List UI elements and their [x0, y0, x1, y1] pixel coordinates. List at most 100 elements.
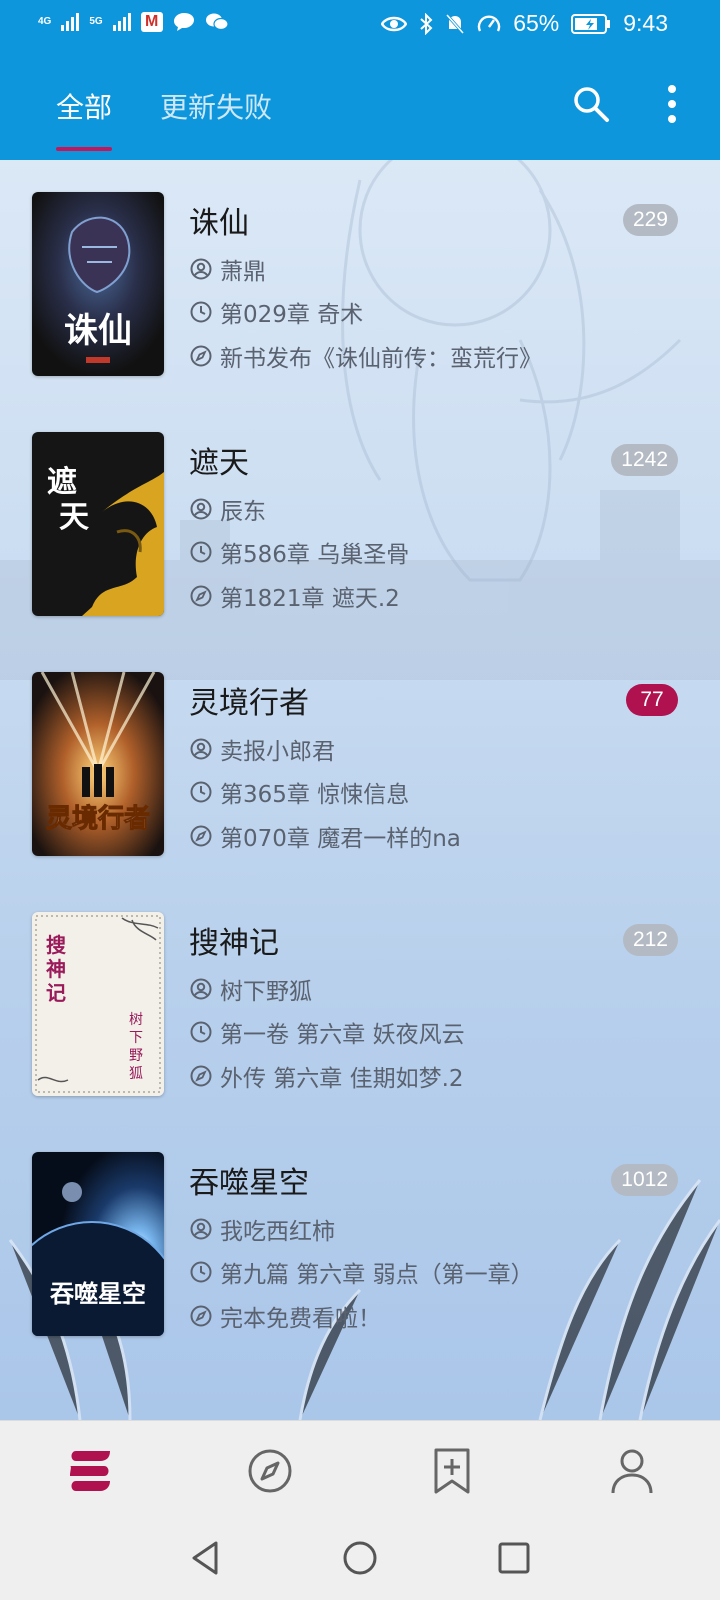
system-navigation-bar: [0, 1520, 720, 1600]
mute-icon: [446, 13, 465, 34]
author-text: 树下野狐: [220, 979, 312, 1005]
book-title: 搜神记: [189, 926, 279, 961]
bookshelf-icon[interactable]: [62, 1443, 118, 1499]
book-author: 萧鼎: [190, 252, 266, 286]
book-author: 我吃西红柿: [190, 1212, 335, 1246]
speed-icon: [478, 14, 501, 32]
clock-icon: [190, 301, 212, 323]
cover-author-char-1: 树: [129, 1012, 143, 1028]
tab-all[interactable]: 全部: [56, 86, 112, 126]
unread-count-badge: 1012: [611, 1164, 678, 1196]
read-chapter-text: 第1821章 遮天.2: [220, 586, 400, 612]
latest-chapter: 第九篇 第六章 弱点（第一章）: [190, 1255, 534, 1289]
author-text: 我吃西红柿: [220, 1219, 335, 1245]
clock-icon: [190, 1261, 212, 1283]
gmail-icon: M: [140, 12, 163, 32]
user-circle-icon: [190, 258, 212, 280]
latest-chapter-text: 第365章 惊悚信息: [220, 782, 410, 808]
cover-title-char-2: 神: [46, 957, 66, 981]
cover-title-char-3: 记: [46, 981, 66, 1005]
message-icon: [173, 13, 194, 31]
read-chapter: 完本免费看啦！: [190, 1299, 381, 1333]
clock-icon: [190, 781, 212, 803]
cover-author-char-2: 下: [129, 1030, 143, 1046]
unread-count-badge: 77: [626, 684, 678, 716]
book-item[interactable]: 灵境行者 灵境行者 77 卖报小郎君 第365章 惊悚信息 第070章 魔君一样…: [0, 672, 720, 872]
compass-icon: [190, 585, 212, 607]
bookmark-add-icon[interactable]: [424, 1443, 480, 1499]
book-item[interactable]: 搜 神 记 树 下 野 狐 搜神记 212 树下野狐 第一卷 第六章 妖夜风云: [0, 912, 720, 1112]
tab-bar: 全部 更新失败: [0, 60, 720, 160]
clock-icon: [190, 1021, 212, 1043]
latest-chapter: 第一卷 第六章 妖夜风云: [190, 1015, 465, 1049]
search-icon[interactable]: [572, 85, 610, 123]
latest-chapter-text: 第029章 奇术: [220, 302, 364, 328]
home-icon[interactable]: [340, 1538, 380, 1578]
book-cover[interactable]: 搜 神 记 树 下 野 狐: [32, 912, 164, 1096]
book-title: 遮天: [189, 446, 249, 481]
compass-icon: [190, 345, 212, 367]
bottom-navigation: [0, 1420, 720, 1521]
book-author: 卖报小郎君: [190, 732, 335, 766]
compass-icon: [190, 1305, 212, 1327]
cover-title: 诛仙: [64, 311, 132, 351]
compass-icon[interactable]: [242, 1443, 298, 1499]
read-chapter: 第070章 魔君一样的na: [190, 819, 461, 853]
book-title: 吞噬星空: [189, 1166, 309, 1201]
network-type-1: 4G: [38, 16, 52, 27]
unread-count-badge: 229: [622, 204, 678, 236]
latest-chapter: 第365章 惊悚信息: [190, 775, 409, 809]
book-cover[interactable]: 遮 天: [32, 432, 164, 616]
compass-icon: [190, 825, 212, 847]
battery-percent: 65%: [513, 10, 560, 36]
bluetooth-icon: [420, 12, 433, 35]
cover-author-char-3: 野: [129, 1048, 143, 1064]
book-item[interactable]: 吞噬星空 吞噬星空 1012 我吃西红柿 第九篇 第六章 弱点（第一章） 完本免…: [0, 1152, 720, 1352]
tab-update-failed[interactable]: 更新失败: [160, 86, 272, 126]
book-cover[interactable]: 吞噬星空: [32, 1152, 164, 1336]
read-chapter-text: 第070章 魔君一样的na: [220, 826, 461, 852]
read-chapter: 外传 第六章 佳期如梦.2: [190, 1059, 464, 1093]
unread-count-badge: 212: [622, 924, 678, 956]
author-text: 卖报小郎君: [220, 739, 335, 765]
book-author: 树下野狐: [190, 972, 312, 1006]
author-text: 辰东: [220, 499, 266, 525]
book-author: 辰东: [190, 492, 266, 526]
cover-title-1: 遮: [47, 465, 77, 500]
user-circle-icon: [190, 738, 212, 760]
cover-title-char-1: 搜: [46, 933, 67, 957]
cover-title: 吞噬星空: [50, 1279, 146, 1308]
recents-icon[interactable]: [494, 1538, 534, 1578]
read-chapter-text: 外传 第六章 佳期如梦.2: [220, 1066, 464, 1092]
network-type-2: 5G: [89, 16, 103, 27]
unread-count-badge: 1242: [611, 444, 678, 476]
back-icon[interactable]: [186, 1538, 226, 1578]
profile-icon[interactable]: [604, 1443, 660, 1499]
user-circle-icon: [190, 498, 212, 520]
app-bar: 4G 5G M 65% 9:43 全部 更新失败: [0, 0, 720, 160]
book-cover[interactable]: 灵境行者: [32, 672, 164, 856]
book-cover[interactable]: 诛仙: [32, 192, 164, 376]
author-text: 萧鼎: [220, 259, 266, 285]
clock: 9:43: [623, 10, 668, 36]
signal-icon: [61, 13, 80, 31]
compass-icon: [190, 1065, 212, 1087]
cover-author-char-4: 狐: [129, 1066, 143, 1082]
read-chapter: 第1821章 遮天.2: [190, 579, 400, 613]
clock-icon: [190, 541, 212, 563]
book-title: 灵境行者: [189, 686, 309, 721]
wechat-icon: [205, 13, 229, 31]
latest-chapter: 第586章 乌巢圣骨: [190, 535, 409, 569]
book-item[interactable]: 诛仙 诛仙 229 萧鼎 第029章 奇术 新书发布《诛仙前传：蛮荒行》: [0, 192, 720, 392]
more-options-icon[interactable]: [664, 84, 680, 124]
read-chapter-text: 完本免费看啦！: [220, 1306, 381, 1332]
status-bar: 4G 5G M 65% 9:43: [0, 0, 720, 48]
cover-title: 灵境行者: [46, 803, 150, 834]
user-circle-icon: [190, 978, 212, 1000]
latest-chapter-text: 第586章 乌巢圣骨: [220, 542, 410, 568]
book-item[interactable]: 遮 天 遮天 1242 辰东 第586章 乌巢圣骨 第1821章 遮天.2: [0, 432, 720, 632]
cover-title-2: 天: [59, 500, 89, 535]
latest-chapter-text: 第九篇 第六章 弱点（第一章）: [220, 1262, 534, 1288]
signal-icon-2: [112, 13, 131, 31]
read-chapter: 新书发布《诛仙前传：蛮荒行》: [190, 339, 542, 373]
